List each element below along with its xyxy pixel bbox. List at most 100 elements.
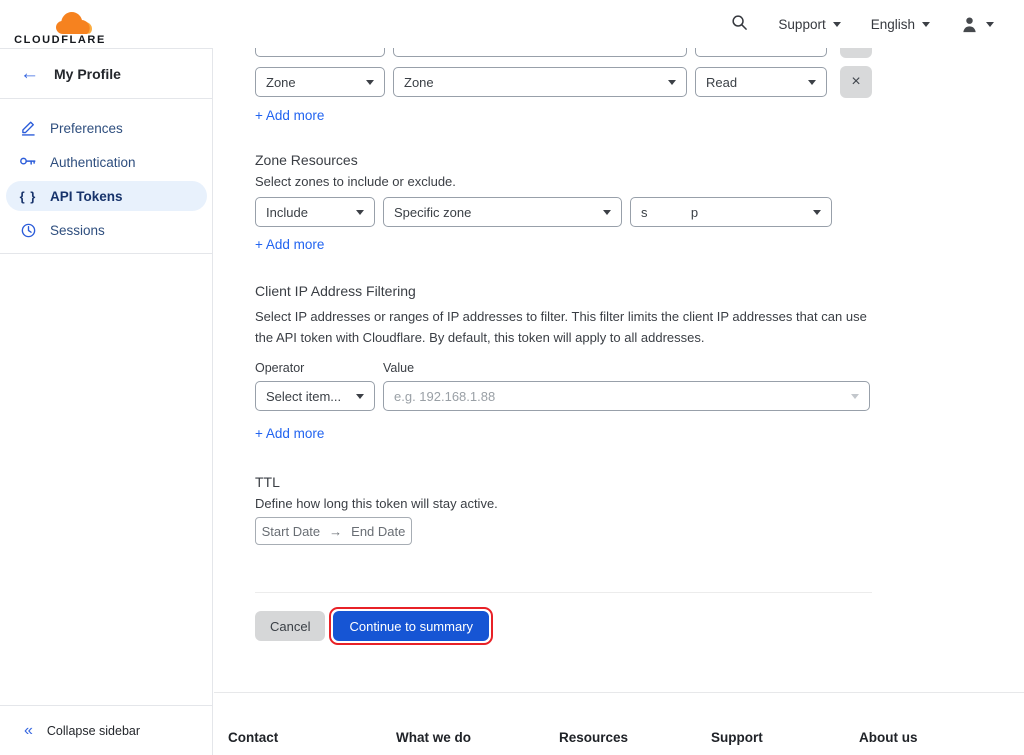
double-chevron-left-icon: « [24,723,33,739]
permission-access-select[interactable]: Read [695,67,827,97]
permission-item-value: Zone [404,75,434,90]
zone-include-select[interactable]: Include [255,197,375,227]
ip-value-field[interactable] [383,381,870,411]
permission-item-select[interactable] [393,48,687,57]
chevron-down-icon [356,210,364,215]
language-label: English [871,17,915,32]
sidebar-item-api-tokens[interactable]: { } API Tokens [6,181,207,211]
permission-row-clipped [255,48,874,58]
main-content: Zone Zone Read × + Add more Zone Resourc… [214,48,1024,755]
add-permission-link[interactable]: + Add more [255,108,324,123]
sidebar-item-label: API Tokens [50,189,123,204]
ip-filtering-title: Client IP Address Filtering [255,283,874,299]
search-icon[interactable] [731,14,748,34]
footer-column-title: Resources [559,730,711,745]
ttl-title: TTL [255,474,874,490]
zone-resources-description: Select zones to include or exclude. [255,174,874,189]
permission-group-select[interactable] [255,48,385,57]
sidebar-item-authentication[interactable]: Authentication [6,147,207,177]
continue-to-summary-button[interactable]: Continue to summary [333,611,489,641]
chevron-down-icon [833,22,841,27]
permission-group-select[interactable]: Zone [255,67,385,97]
clock-icon [18,220,38,240]
cancel-button[interactable]: Cancel [255,611,325,641]
chevron-down-icon [668,80,676,85]
pencil-icon [18,118,38,138]
footer-column-resources: Resources Documentation Blog [559,730,711,755]
footer-column-title: About us [859,730,918,745]
chevron-down-icon [922,22,930,27]
add-zone-link[interactable]: + Add more [255,237,324,252]
collapse-sidebar-button[interactable]: « Collapse sidebar [0,705,212,755]
permission-group-value: Zone [266,75,296,90]
zone-name-value: s p [641,205,698,220]
sidebar-nav: Preferences Authentication { } API Token… [0,99,212,254]
sidebar-item-preferences[interactable]: Preferences [6,113,207,143]
footer-column-title: Contact [228,730,396,745]
zone-type-select[interactable]: Specific zone [383,197,622,227]
sidebar-item-label: Preferences [50,121,123,136]
ip-filtering-labels: Operator Value [255,361,874,375]
end-date-label: End Date [351,524,405,539]
account-menu[interactable] [960,15,994,34]
sidebar-item-sessions[interactable]: Sessions [6,215,207,245]
zone-type-value: Specific zone [394,205,471,220]
operator-label: Operator [255,361,383,375]
permission-item-select[interactable]: Zone [393,67,687,97]
cloudflare-logo[interactable]: CLOUDFLARE [12,12,108,46]
sidebar-item-label: Sessions [50,223,105,238]
close-icon: × [851,73,860,91]
remove-permission-button[interactable]: × [840,66,872,98]
chevron-down-icon [366,80,374,85]
remove-permission-button[interactable] [840,48,872,58]
ttl-description: Define how long this token will stay act… [255,496,874,511]
support-menu[interactable]: Support [778,17,840,32]
chevron-down-icon [603,210,611,215]
language-menu[interactable]: English [871,17,930,32]
ip-value-input[interactable] [394,389,824,404]
start-date-label: Start Date [262,524,321,539]
footer-column-about-us: About us Our team Careers [859,730,918,755]
chevron-down-icon [356,394,364,399]
key-icon [18,152,38,172]
chevron-down-icon [986,22,994,27]
permission-access-value: Read [706,75,737,90]
cloudflare-wordmark: CLOUDFLARE [14,34,106,46]
support-label: Support [778,17,825,32]
ip-operator-value: Select item... [266,389,341,404]
zone-include-value: Include [266,205,308,220]
user-icon [960,15,979,34]
sidebar: ← My Profile Preferences Authentication … [0,48,213,755]
zone-resources-title: Zone Resources [255,152,874,168]
footer-column-support: Support Knowledgebase Community [711,730,859,755]
section-divider [255,592,872,593]
ip-filtering-description: Select IP addresses or ranges of IP addr… [255,306,874,348]
sidebar-header: ← My Profile [0,49,212,99]
ip-filtering-row: Select item... [255,381,874,411]
permission-access-select[interactable] [695,48,827,57]
footer-column-title: Support [711,730,859,745]
chevron-down-icon [813,210,821,215]
zone-name-select[interactable]: s p [630,197,832,227]
footer: Contact Contact support Contact sales Wh… [214,693,1024,755]
top-nav: Support English [731,14,994,34]
footer-column-title: What we do [396,730,559,745]
zone-resources-row: Include Specific zone s p [255,197,874,227]
permission-row: Zone Zone Read × [255,66,874,98]
chevron-down-icon [808,80,816,85]
back-arrow-icon[interactable]: ← [20,64,39,83]
sidebar-item-label: Authentication [50,155,136,170]
braces-icon: { } [18,186,38,206]
value-label: Value [383,361,414,375]
footer-column-contact: Contact Contact support Contact sales [228,730,396,755]
ip-operator-select[interactable]: Select item... [255,381,375,411]
footer-column-what-we-do: What we do Plans Overview [396,730,559,755]
form-actions: Cancel Continue to summary [255,607,874,645]
ttl-daterange-picker[interactable]: Start Date → End Date [255,517,412,545]
click-annotation-ring: Continue to summary [329,607,493,645]
chevron-down-icon [851,394,859,399]
page-title: My Profile [54,66,121,82]
add-ip-link[interactable]: + Add more [255,426,324,441]
collapse-sidebar-label: Collapse sidebar [47,724,140,738]
top-header: CLOUDFLARE Support English [0,0,1024,48]
